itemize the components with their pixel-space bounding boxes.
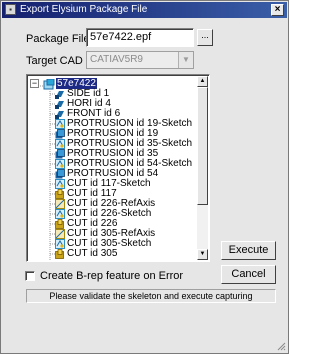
brep-error-label: Create B-rep feature on Error xyxy=(40,270,184,282)
feature-tree[interactable]: − 57e7422 SIDE id 1 HORI id 4 FRONT id 6 PRO… xyxy=(26,74,210,262)
protrusion-icon xyxy=(55,129,65,139)
scroll-thumb[interactable] xyxy=(197,87,208,205)
app-icon: ▪ xyxy=(5,4,16,15)
axis-icon xyxy=(55,199,65,209)
plane-icon xyxy=(55,99,65,109)
close-button[interactable]: × xyxy=(271,4,284,16)
export-dialog: ▪ Export Elysium Package File × Package … xyxy=(0,0,289,354)
model-icon xyxy=(43,78,55,90)
sketch-icon xyxy=(55,239,65,249)
scroll-down-button[interactable]: ▼ xyxy=(197,249,208,260)
plane-icon xyxy=(55,109,65,119)
target-cad-label: Target CAD xyxy=(26,55,83,67)
resize-grip-icon[interactable] xyxy=(276,341,286,351)
window-title: Export Elysium Package File xyxy=(20,4,148,15)
sketch-icon xyxy=(55,139,65,149)
package-file-label: Package File xyxy=(26,33,90,45)
browse-button[interactable]: ... xyxy=(197,29,213,46)
title-bar[interactable]: ▪ Export Elysium Package File × xyxy=(2,2,287,18)
protrusion-icon xyxy=(55,169,65,179)
cut-icon xyxy=(55,249,65,259)
brep-error-checkbox[interactable] xyxy=(25,271,35,281)
package-file-input[interactable]: 57e7422.epf xyxy=(86,28,194,47)
axis-icon xyxy=(55,229,65,239)
tree-root-node[interactable]: 57e7422 xyxy=(27,78,197,90)
tree-scrollbar[interactable]: ▲ ▼ xyxy=(197,76,208,260)
scroll-up-button[interactable]: ▲ xyxy=(197,76,208,87)
tree-item[interactable]: SIDE id 1 xyxy=(27,88,197,99)
sketch-icon xyxy=(55,159,65,169)
sketch-icon xyxy=(55,209,65,219)
execute-button[interactable]: Execute xyxy=(221,241,276,260)
protrusion-icon xyxy=(55,149,65,159)
sketch-icon xyxy=(55,119,65,129)
tree-item-label: CUT id 305 xyxy=(67,248,118,259)
cut-icon xyxy=(55,219,65,229)
cut-icon xyxy=(55,189,65,199)
target-cad-select[interactable]: CATIAV5R9 ▼ xyxy=(86,51,194,69)
cancel-button[interactable]: Cancel xyxy=(221,265,276,284)
chevron-down-icon[interactable]: ▼ xyxy=(178,52,193,68)
target-cad-value: CATIAV5R9 xyxy=(90,54,143,65)
plane-icon xyxy=(55,89,65,99)
tree-item[interactable]: CUT id 305 xyxy=(27,248,197,259)
status-bar: Please validate the skeleton and execute… xyxy=(26,289,276,303)
sketch-icon xyxy=(55,179,65,189)
